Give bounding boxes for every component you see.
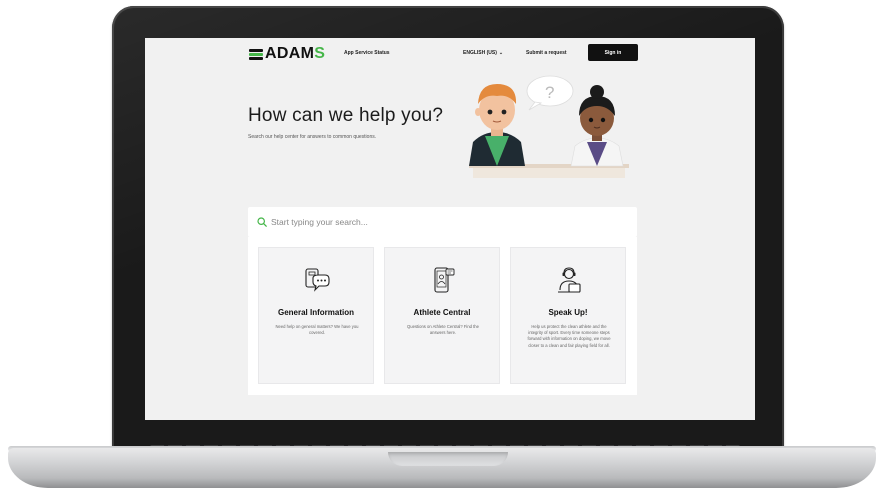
character-right-icon: [570, 85, 624, 167]
card-title: Speak Up!: [548, 308, 588, 317]
sign-in-button[interactable]: Sign in: [588, 44, 638, 61]
card-general-information[interactable]: General Information Need help on general…: [258, 247, 374, 384]
card-title: General Information: [277, 308, 354, 317]
svg-text:?: ?: [545, 83, 554, 102]
search-bar[interactable]: [248, 207, 637, 237]
language-label: ENGLISH (US): [463, 50, 497, 56]
page-title: How can we help you?: [248, 105, 444, 126]
browser-screen: ADAMS App Service Status ENGLISH (US) ⌄ …: [145, 38, 755, 420]
card-description: Help us protect the clean athlete and th…: [527, 324, 611, 348]
search-input[interactable]: [271, 217, 621, 227]
logo-text: ADAMS: [265, 45, 326, 62]
card-speak-up[interactable]: Speak Up! Help us protect the clean athl…: [510, 247, 626, 384]
page-subtitle: Search our help center for answers to co…: [248, 134, 377, 140]
logo-mark-icon: [249, 47, 263, 61]
chat-support-icon: [305, 268, 330, 292]
card-title: Athlete Central: [413, 308, 471, 317]
card-description: Questions on Athlete Central? Find the a…: [407, 324, 479, 336]
laptop-notch: [388, 452, 508, 466]
character-left-icon: [469, 84, 525, 166]
site-header: ADAMS App Service Status ENGLISH (US) ⌄ …: [145, 38, 755, 70]
adams-logo[interactable]: ADAMS: [249, 44, 325, 64]
card-description: Need help on general matters? We have yo…: [275, 324, 359, 336]
whistleblower-icon: [558, 267, 581, 293]
search-icon: [257, 217, 267, 227]
chevron-down-icon: ⌄: [498, 50, 504, 56]
card-athlete-central[interactable]: Athlete Central Questions on Athlete Cen…: [384, 247, 500, 384]
category-cards: General Information Need help on general…: [248, 237, 637, 395]
nav-app-service-status[interactable]: App Service Status: [344, 50, 390, 56]
nav-submit-request[interactable]: Submit a request: [526, 50, 567, 56]
mobile-app-icon: [434, 267, 455, 293]
question-bubble-icon: ?: [526, 75, 574, 111]
help-illustration: ?: [469, 75, 629, 178]
language-selector[interactable]: ENGLISH (US) ⌄: [463, 50, 503, 56]
